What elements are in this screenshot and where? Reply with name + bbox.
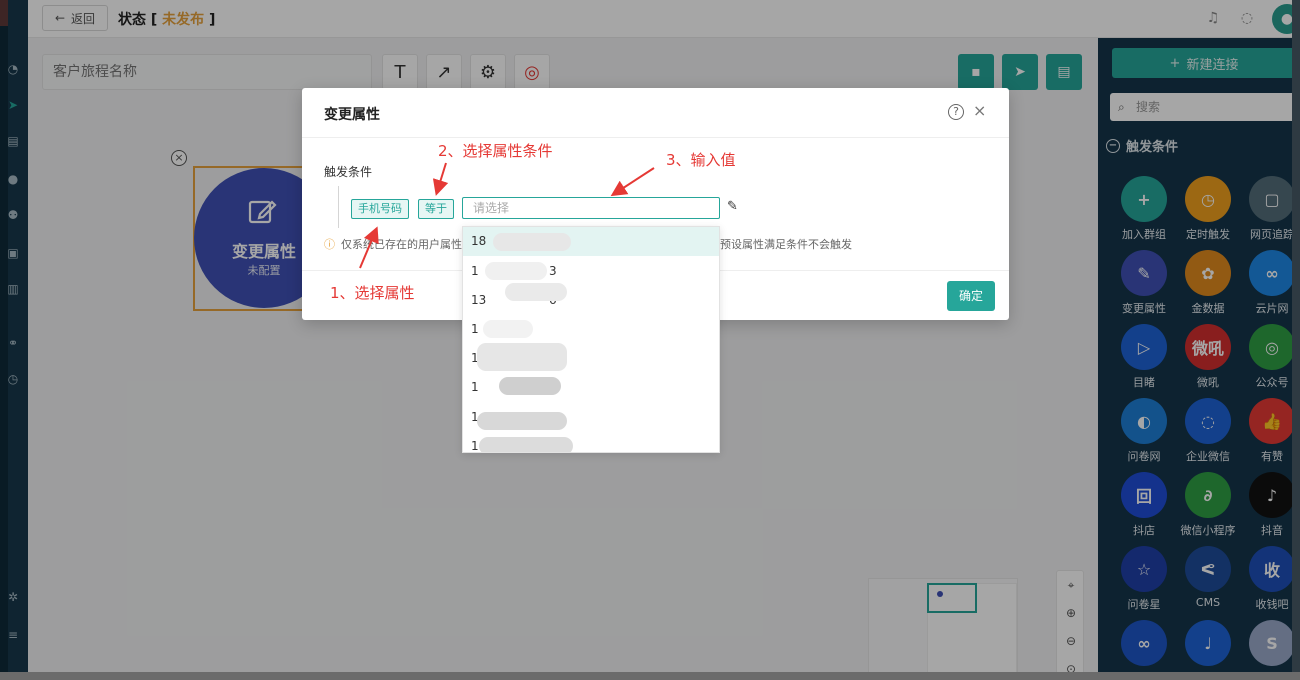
redacted-mask [477, 412, 567, 430]
confirm-button[interactable]: 确定 [947, 281, 995, 311]
help-icon[interactable]: ? [948, 104, 964, 120]
attribute-tag[interactable]: 手机号码 [351, 199, 409, 219]
annotation-step-1: 1、选择属性 [330, 284, 415, 302]
condition-line [338, 186, 339, 228]
option-label: 1 [471, 439, 479, 453]
value-dropdown: 18 13 136 1 1 13 1 1 [462, 226, 720, 453]
option-label: 1 [471, 322, 479, 336]
annotation-step-3: 3、输入值 [666, 151, 736, 169]
dialog-title: 变更属性 [324, 107, 380, 123]
hint-text-tail: 预设属性满足条件不会触发 [720, 238, 852, 251]
divider [302, 137, 1009, 138]
option-label: 18 [471, 234, 487, 248]
pen-icon[interactable]: ✎ [727, 199, 738, 214]
info-icon: ⓘ [324, 238, 335, 251]
redacted-mask [477, 343, 567, 371]
trigger-label: 触发条件 [324, 165, 373, 179]
hint-text-head: 仅系统已存在的用户属性 [341, 238, 462, 251]
operator-tag[interactable]: 等于 [418, 199, 454, 219]
redacted-mask [483, 320, 533, 338]
redacted-mask [485, 262, 547, 280]
list-item[interactable]: 136 [463, 286, 719, 315]
redacted-mask [479, 437, 573, 452]
option-label: 1 [471, 264, 479, 278]
hint-text: ⓘ 仅系统已存在的用户属性 [324, 236, 462, 252]
window-edge [1292, 0, 1300, 680]
value-placeholder: 请选择 [473, 201, 510, 215]
option-label: 1 [471, 380, 479, 394]
annotation-step-2: 2、选择属性条件 [438, 142, 553, 160]
value-select[interactable]: 请选择 [462, 197, 720, 219]
option-label: 13 [471, 293, 487, 307]
redacted-mask [493, 233, 571, 251]
redacted-mask [499, 377, 561, 395]
close-icon[interactable]: × [973, 101, 986, 120]
window-edge [0, 672, 1300, 680]
option-suffix: 3 [549, 264, 557, 278]
redacted-mask [505, 283, 567, 301]
